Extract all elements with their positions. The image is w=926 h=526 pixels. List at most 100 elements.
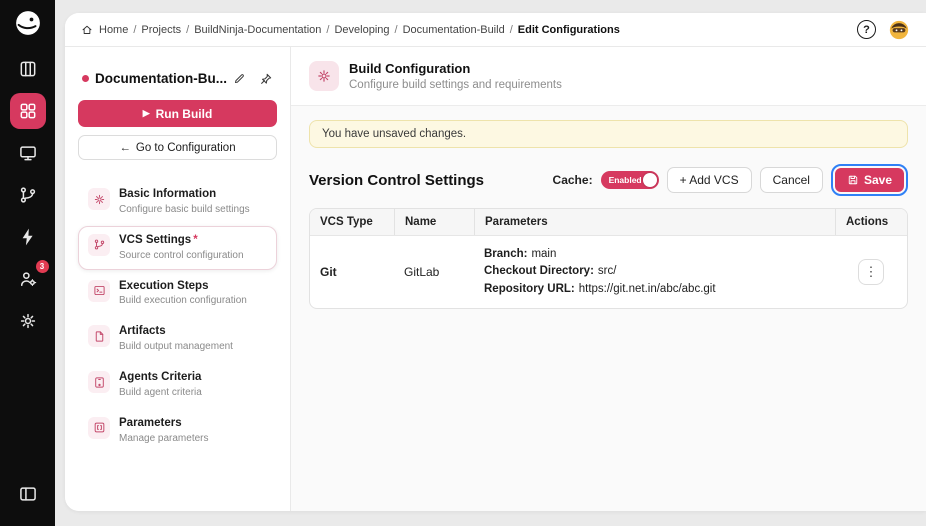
breadcrumb-build[interactable]: Documentation-Build <box>403 24 505 36</box>
menu-item-sub: Source control configuration <box>119 249 244 261</box>
save-floppy-icon <box>847 174 859 186</box>
row-actions-menu-button[interactable]: ⋮ <box>858 258 884 285</box>
cache-toggle[interactable]: Enabled <box>600 171 659 189</box>
config-menu: Basic Information Configure basic build … <box>78 180 277 453</box>
save-button-focus-ring: Save <box>830 164 908 196</box>
breadcrumb-project[interactable]: BuildNinja-Documentation <box>194 24 321 36</box>
build-title: Documentation-Bu... <box>95 71 227 86</box>
agents-count-badge: 3 <box>35 260 49 273</box>
file-icon <box>88 325 110 348</box>
param-repository-url: Repository URL: https://git.net.in/abc/ab… <box>484 282 716 295</box>
menu-item-sub: Manage parameters <box>119 432 209 444</box>
unsaved-changes-banner: You have unsaved changes. <box>309 120 908 148</box>
menu-item-label: Parameters <box>119 416 182 429</box>
sidebar-item-artifacts[interactable]: Artifacts Build output management <box>78 317 277 361</box>
page-header: Build Configuration Configure build sett… <box>291 47 926 106</box>
build-sidebar: Documentation-Bu... ▶ Run Build ← Go to … <box>65 47 291 511</box>
cache-label: Cache: <box>552 173 593 187</box>
section-controls: Cache: Enabled + Add VCS Cancel Save <box>553 164 908 196</box>
home-icon <box>81 24 93 36</box>
section-title: Version Control Settings <box>309 171 485 189</box>
buildninja-logo-icon <box>15 11 40 35</box>
build-title-row: Documentation-Bu... <box>78 71 277 86</box>
gear-icon <box>88 188 110 210</box>
parameters-brackets-icon <box>88 416 110 439</box>
sidebar-item-execution-steps[interactable]: Execution Steps Build execution configur… <box>78 272 277 316</box>
breadcrumb-home[interactable]: Home <box>99 24 128 36</box>
git-branch-icon <box>88 233 110 256</box>
save-label: Save <box>863 173 892 187</box>
col-name: Name <box>394 209 474 235</box>
go-to-configuration-label: Go to Configuration <box>135 141 236 154</box>
nav-builds-bolt-icon[interactable] <box>10 219 46 255</box>
col-parameters: Parameters <box>474 209 835 235</box>
breadcrumb-separator: / <box>186 23 190 36</box>
main-panel: Build Configuration Configure build sett… <box>291 47 926 511</box>
cell-parameters: Branch: main Checkout Directory: src/ Repo… <box>474 236 835 308</box>
breadcrumb: Home / Projects / BuildNinja-Documentati… <box>81 24 620 36</box>
vcs-table: VCS Type Name Parameters Actions Git Git… <box>309 208 908 309</box>
device-icon <box>88 371 110 394</box>
table-row: Git GitLab Branch: main Checkout Director… <box>310 236 907 308</box>
sidebar-item-basic-information[interactable]: Basic Information Configure basic build … <box>78 180 277 224</box>
main-body: You have unsaved changes. Version Contro… <box>291 106 926 323</box>
col-actions: Actions <box>835 209 907 235</box>
sidebar-item-agents-criteria[interactable]: Agents Criteria Build agent criteria <box>78 363 277 407</box>
menu-item-label: Execution Steps <box>119 279 209 292</box>
menu-item-sub: Build execution configuration <box>119 295 247 307</box>
breadcrumb-separator: / <box>509 23 513 36</box>
status-dot <box>82 75 89 82</box>
help-button[interactable]: ? <box>857 20 876 39</box>
nav-vcs-branch-icon[interactable] <box>10 177 46 213</box>
add-vcs-button[interactable]: + Add VCS <box>666 167 752 193</box>
edit-pencil-icon[interactable] <box>233 72 246 85</box>
app-window: Home / Projects / BuildNinja-Documentati… <box>65 13 926 511</box>
menu-item-label: Basic Information <box>119 188 217 200</box>
toggle-knob <box>642 173 657 187</box>
nav-projects-icon[interactable] <box>9 93 46 129</box>
breadcrumb-projects[interactable]: Projects <box>141 24 181 36</box>
param-checkout-directory: Checkout Directory: src/ <box>484 265 617 278</box>
col-vcs-type: VCS Type <box>320 216 373 228</box>
cancel-button[interactable]: Cancel <box>759 167 823 193</box>
breadcrumb-separator: / <box>133 23 137 36</box>
go-to-configuration-button[interactable]: ← Go to Configuration <box>78 135 277 160</box>
breadcrumb-separator: / <box>394 23 398 36</box>
sidebar-item-vcs-settings[interactable]: VCS Settings * Source control configurati… <box>78 225 277 270</box>
breadcrumb-separator: / <box>326 23 330 36</box>
sidebar-item-parameters[interactable]: Parameters Manage parameters <box>78 409 277 453</box>
nav-agents-icon[interactable]: 3 <box>10 260 49 297</box>
left-nav-rail: 3 <box>0 0 55 526</box>
vcs-table-header: VCS Type Name Parameters Actions <box>310 209 907 236</box>
steps-terminal-icon <box>88 279 110 302</box>
menu-item-sub: Configure basic build settings <box>119 203 250 215</box>
play-icon: ▶ <box>142 108 150 118</box>
topbar: Home / Projects / BuildNinja-Documentati… <box>65 13 926 47</box>
back-arrow-icon: ← <box>119 141 131 154</box>
nav-settings-gear-icon[interactable] <box>10 303 46 339</box>
nav-collapse-panel-icon[interactable] <box>10 476 46 512</box>
run-build-label: Run Build <box>155 106 213 121</box>
app-logo[interactable] <box>13 8 43 38</box>
app-body: Documentation-Bu... ▶ Run Build ← Go to … <box>65 47 926 511</box>
nav-dashboard-icon[interactable] <box>10 51 46 87</box>
required-asterisk: * <box>193 233 198 246</box>
avatar-icon <box>889 20 909 39</box>
section-header-row: Version Control Settings Cache: Enabled … <box>309 164 908 196</box>
nav-monitor-icon[interactable] <box>10 135 46 171</box>
run-build-button[interactable]: ▶ Run Build <box>78 100 277 127</box>
breadcrumb-current: Edit Configurations <box>517 23 620 36</box>
breadcrumb-subproject[interactable]: Developing <box>334 24 389 36</box>
cell-actions: ⋮ <box>835 249 907 295</box>
menu-item-label: VCS Settings <box>119 233 192 246</box>
page-subtitle: Configure build settings and requirement… <box>349 79 562 91</box>
cell-name: GitLab <box>404 264 440 279</box>
menu-item-label: Agents Criteria <box>119 371 202 384</box>
topbar-right: ? <box>857 19 910 41</box>
param-branch: Branch: main <box>484 248 557 260</box>
pin-icon[interactable] <box>259 72 273 86</box>
user-avatar[interactable] <box>888 19 910 41</box>
save-button[interactable]: Save <box>834 168 904 192</box>
menu-item-sub: Build output management <box>119 341 233 353</box>
page-title: Build Configuration <box>349 61 471 76</box>
